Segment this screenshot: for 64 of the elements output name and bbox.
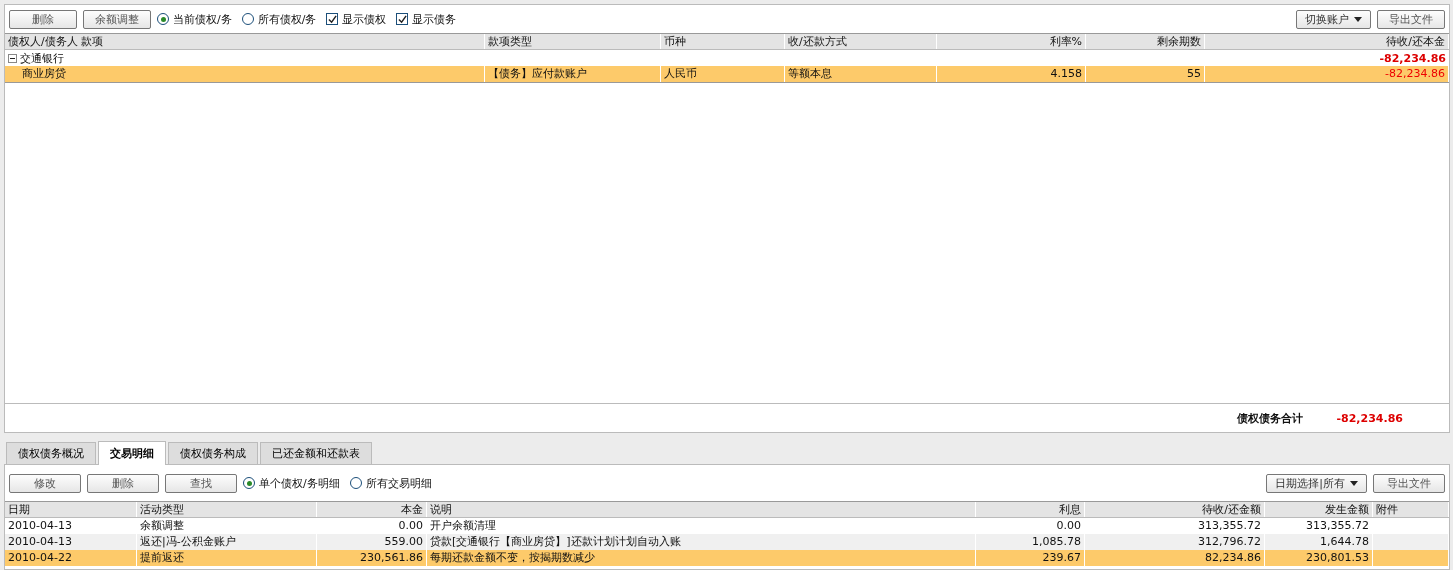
column-header[interactable]: 活动类型 (137, 502, 317, 517)
radio-label[interactable]: 单个债权/务明细 (259, 475, 340, 491)
tab[interactable]: 债权债务概况 (6, 442, 96, 464)
radio-label[interactable]: 当前债权/务 (173, 11, 232, 27)
collapse-icon[interactable] (8, 53, 17, 63)
table-cell: 【债务】应付款账户 (485, 66, 661, 82)
table-cell: 239.67 (976, 550, 1085, 566)
table-cell: 230,801.53 (1265, 550, 1373, 566)
column-header[interactable]: 发生金额 (1265, 502, 1373, 517)
checkbox[interactable] (326, 13, 339, 25)
column-header[interactable]: 剩余期数 (1086, 34, 1205, 49)
column-header[interactable]: 币种 (661, 34, 785, 49)
checkbox[interactable] (396, 13, 409, 25)
table-cell: 人民币 (661, 66, 785, 82)
column-header[interactable]: 债权人/债务人 款项 (5, 34, 485, 49)
export-button[interactable]: 导出文件 (1377, 9, 1445, 29)
table-cell: 商业房贷 (5, 66, 485, 82)
export-button[interactable]: 导出文件 (1373, 473, 1445, 493)
toolbar-button[interactable]: 修改 (9, 473, 81, 493)
checkbox-label[interactable]: 显示债权 (342, 11, 387, 27)
toolbar-button[interactable]: 删除 (9, 9, 77, 29)
column-header[interactable]: 利息 (976, 502, 1085, 517)
group-amount: -82,234.86 (1379, 51, 1446, 65)
radio-button[interactable] (241, 13, 254, 25)
column-header[interactable]: 利率% (937, 34, 1086, 49)
caret-icon (1354, 16, 1362, 22)
table-cell: 等额本息 (785, 66, 937, 82)
caret-icon (1350, 480, 1358, 486)
toolbar-button[interactable]: 删除 (87, 473, 159, 493)
table-cell: 55 (1086, 66, 1205, 82)
radio-button[interactable] (157, 13, 169, 25)
column-header[interactable]: 日期 (5, 502, 137, 517)
table-cell: 提前返还 (137, 550, 317, 566)
radio-button[interactable] (243, 477, 255, 489)
radio-label[interactable]: 所有债权/务 (257, 11, 317, 27)
column-header[interactable]: 款项类型 (485, 34, 661, 49)
table-cell: -82,234.86 (1205, 66, 1449, 82)
group-name: 交通银行 (20, 50, 65, 66)
table-cell: 4.158 (937, 66, 1086, 82)
column-header[interactable]: 待收/还金额 (1085, 502, 1265, 517)
tab[interactable]: 债权债务构成 (168, 442, 258, 464)
tab[interactable]: 已还金额和还款表 (260, 442, 372, 464)
tab[interactable]: 交易明细 (98, 441, 166, 465)
total-label: 债权债务合计 (1236, 410, 1303, 426)
total-value: -82,234.86 (1336, 411, 1403, 425)
table-cell: 2010-04-22 (5, 550, 137, 566)
toolbar-button[interactable]: 查找 (165, 473, 237, 493)
table-cell: 每期还款金额不变，按揭期数减少 (427, 550, 976, 566)
column-header[interactable]: 待收/还本金 (1205, 34, 1449, 49)
dropdown-button[interactable]: 日期选择|所有 (1266, 473, 1367, 493)
radio-button[interactable] (349, 477, 362, 489)
table-row[interactable]: 2010-04-13 返还|冯-公积金账户 559.00 贷款[交通银行【商业房贷】]还款计划计划自动入账 1,085.78 312,796.72 1,644.78 (5, 534, 1449, 550)
column-header[interactable]: 说明 (427, 502, 976, 517)
table-cell: 82,234.86 (1085, 550, 1265, 566)
checkbox-label[interactable]: 显示债务 (412, 11, 457, 27)
toolbar-button[interactable]: 余额调整 (83, 9, 151, 29)
table-row[interactable]: 2010-04-22 提前返还 230,561.86 每期还款金额不变，按揭期数减少 239.67 82,234.86 230,801.53 (5, 550, 1449, 566)
table-row[interactable]: 商业房贷 【债务】应付款账户 人民币 等额本息 4.158 55 -82,234.86 (5, 66, 1449, 83)
column-header[interactable]: 附件 (1373, 502, 1449, 517)
column-header[interactable]: 收/还款方式 (785, 34, 937, 49)
column-header[interactable]: 本金 (317, 502, 427, 517)
dropdown-button[interactable]: 切换账户 (1296, 9, 1371, 29)
table-cell: 230,561.86 (317, 550, 427, 566)
radio-label[interactable]: 所有交易明细 (365, 475, 432, 491)
